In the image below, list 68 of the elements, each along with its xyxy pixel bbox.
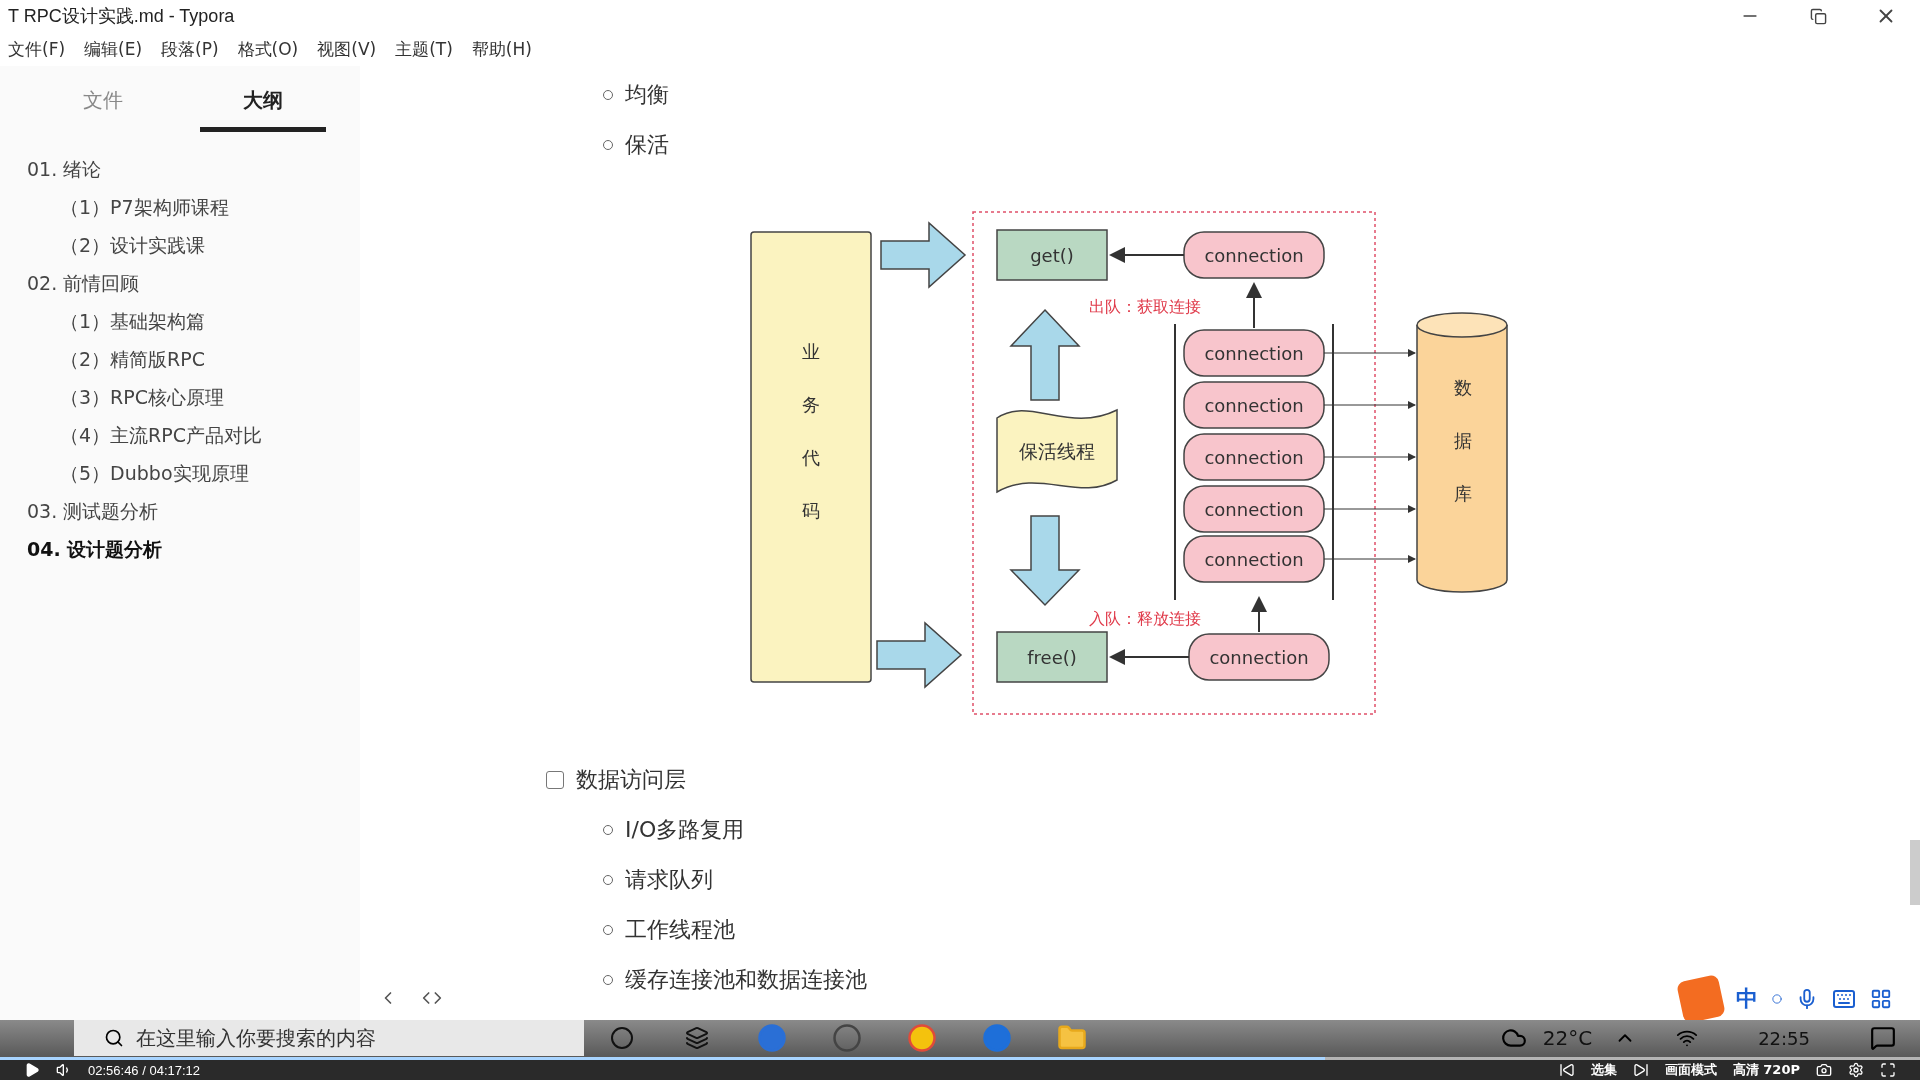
- task-view-icon[interactable]: [684, 1026, 709, 1050]
- restore-icon[interactable]: [1809, 7, 1827, 25]
- next-icon[interactable]: [1632, 1062, 1649, 1078]
- outline-item[interactable]: （5）Dubbo实现原理: [0, 455, 360, 493]
- menu-item[interactable]: 主题(T): [395, 37, 453, 61]
- grid-icon[interactable]: [1870, 988, 1892, 1010]
- previous-icon[interactable]: [1558, 1062, 1575, 1078]
- menu-item[interactable]: 格式(O): [237, 37, 299, 61]
- outline-item[interactable]: （1）基础架构篇: [0, 303, 360, 341]
- connector-arrow: [1251, 596, 1267, 633]
- punctuation-icon[interactable]: [1772, 994, 1782, 1004]
- menu-item[interactable]: 段落(P): [161, 37, 219, 61]
- thread-node: 保活线程: [996, 409, 1118, 493]
- app-icon[interactable]: [831, 1023, 862, 1053]
- outline-item[interactable]: （4）主流RPC产品对比: [0, 417, 360, 455]
- list-item: 保活: [625, 131, 669, 159]
- taskbar-search-field[interactable]: 在这里输入你要搜索的内容: [74, 1020, 584, 1056]
- enqueue-label: 入队：释放连接: [1089, 609, 1201, 628]
- connection-node: connection: [1183, 231, 1325, 279]
- ime-mode: 中: [1736, 985, 1758, 1013]
- clock-text: 22:55: [1758, 1027, 1810, 1049]
- dequeue-label: 出队：获取连接: [1089, 297, 1201, 316]
- outline-item[interactable]: （2）精简版RPC: [0, 341, 360, 379]
- camera-icon[interactable]: [1816, 1062, 1832, 1078]
- outline-item[interactable]: 03. 测试题分析: [0, 493, 360, 531]
- outline-item[interactable]: 02. 前情回顾: [0, 265, 360, 303]
- business-code-block: 业务代码: [750, 231, 872, 683]
- sidebar-tab[interactable]: 大纲: [200, 87, 326, 132]
- outline-item[interactable]: （1）P7架构师课程: [0, 189, 360, 227]
- list-item: 工作线程池: [625, 916, 735, 944]
- connection-node: connection: [1183, 535, 1325, 583]
- connection-node: connection: [1183, 485, 1325, 533]
- menu-item[interactable]: 编辑(E): [84, 37, 143, 61]
- outline-item[interactable]: 04. 设计题分析: [0, 531, 360, 569]
- scrollbar-thumb[interactable]: [1910, 840, 1920, 905]
- episodes-button[interactable]: 选集: [1590, 1061, 1617, 1079]
- keyboard-icon[interactable]: [1832, 987, 1856, 1011]
- fullscreen-icon[interactable]: [1880, 1062, 1896, 1078]
- play-icon[interactable]: [24, 1062, 40, 1078]
- temperature-text: 22°C: [1542, 1026, 1593, 1050]
- connection-node: connection: [1183, 381, 1325, 429]
- outline-item[interactable]: （3）RPC核心原理: [0, 379, 360, 417]
- method-node: get(): [996, 229, 1108, 281]
- menu-item[interactable]: 文件(F): [8, 37, 66, 61]
- list-item: 均衡: [625, 81, 669, 109]
- connection-node: connection: [1183, 433, 1325, 481]
- connection-node: connection: [1183, 329, 1325, 377]
- menu-item[interactable]: 视图(V): [317, 37, 377, 61]
- picture-mode-button[interactable]: 画面模式: [1664, 1061, 1717, 1079]
- list-item: 缓存连接池和数据连接池: [625, 966, 867, 994]
- playback-time: 02:56:46 / 04:17:12: [88, 1062, 201, 1078]
- connection-node: connection: [1188, 633, 1330, 681]
- method-node: free(): [996, 631, 1108, 683]
- quality-button[interactable]: 高清 720P: [1732, 1061, 1800, 1079]
- task-item: 数据访问层: [576, 766, 686, 794]
- menu-item[interactable]: 帮助(H): [471, 37, 532, 61]
- notification-icon[interactable]: [1870, 1025, 1896, 1051]
- window-title: T RPC设计实践.md - Typora: [7, 5, 235, 28]
- outline-item[interactable]: （2）设计实践课: [0, 227, 360, 265]
- search-icon: [104, 1028, 124, 1048]
- task-checkbox[interactable]: [546, 771, 564, 789]
- outline-item[interactable]: 01. 绪论: [0, 151, 360, 189]
- list-item: 请求队列: [625, 866, 713, 894]
- connector-arrow: [1246, 282, 1262, 329]
- settings-icon[interactable]: [1848, 1062, 1864, 1078]
- database-node: 数据库: [1416, 312, 1508, 593]
- progress-track[interactable]: [0, 1057, 1920, 1060]
- list-item: I/O多路复用: [625, 816, 745, 844]
